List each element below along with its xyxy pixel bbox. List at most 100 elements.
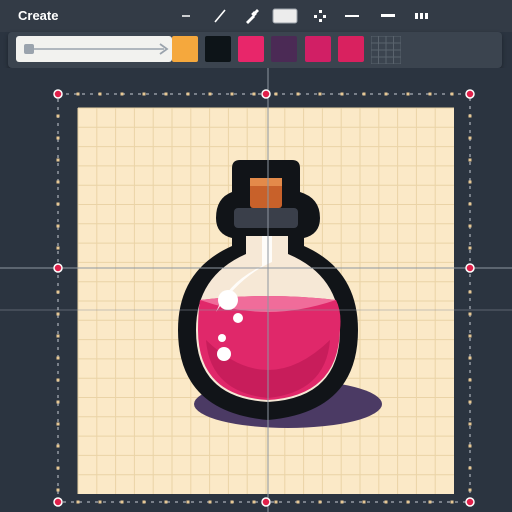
ruler-tick <box>384 500 388 504</box>
ruler-tick <box>318 500 322 504</box>
ruler-tick <box>56 158 60 162</box>
ruler-tick <box>56 444 60 448</box>
ruler-tick <box>468 422 472 426</box>
ruler-tick <box>186 92 190 96</box>
ruler-tick <box>468 114 472 118</box>
black-swatch[interactable] <box>205 36 231 62</box>
ruler-tick <box>56 400 60 404</box>
move-icon[interactable] <box>310 6 330 26</box>
app-title: Create <box>18 8 59 23</box>
ruler-tick <box>428 500 432 504</box>
ruler-tick <box>56 378 60 382</box>
ruler-tick <box>56 180 60 184</box>
pink-swatch[interactable] <box>238 36 264 62</box>
palette-panel <box>8 32 502 68</box>
ruler-tick <box>56 224 60 228</box>
ruler-tick <box>120 92 124 96</box>
ruler-tick <box>468 202 472 206</box>
ruler-tick <box>468 246 472 250</box>
ruler-tick <box>406 92 410 96</box>
ruler-tick <box>340 500 344 504</box>
ruler-tick <box>406 500 410 504</box>
cork-top <box>250 178 282 186</box>
ruler-tick <box>142 500 146 504</box>
magenta-swatch[interactable] <box>305 36 331 62</box>
bottle-neck-ring <box>234 208 298 228</box>
ruler-tick <box>76 92 80 96</box>
crimson-swatch[interactable] <box>338 36 364 62</box>
ruler-tick <box>56 356 60 360</box>
rectangle-icon[interactable] <box>272 6 298 26</box>
ruler-tick <box>468 444 472 448</box>
drawing-canvas[interactable] <box>0 68 512 512</box>
ruler-tick <box>98 92 102 96</box>
ruler-tick <box>142 92 146 96</box>
ruler-tick <box>468 356 472 360</box>
orange-swatch[interactable] <box>172 36 198 62</box>
grid-dots-icon[interactable] <box>412 6 432 26</box>
ruler-tick <box>186 500 190 504</box>
handle-bottom-right[interactable] <box>465 497 475 507</box>
ruler-tick <box>56 334 60 338</box>
ruler-tick <box>208 92 212 96</box>
ruler-tick <box>252 92 256 96</box>
stroke-medium-icon[interactable] <box>342 6 362 26</box>
ruler-tick <box>56 312 60 316</box>
line-icon[interactable] <box>210 6 230 26</box>
ruler-tick <box>56 202 60 206</box>
handle-top-left[interactable] <box>53 89 63 99</box>
ruler-tick <box>468 378 472 382</box>
ruler-tick <box>56 246 60 250</box>
bubble-large <box>218 290 238 310</box>
ruler-tick <box>468 136 472 140</box>
ruler-tick <box>230 500 234 504</box>
handle-middle-right[interactable] <box>465 263 475 273</box>
grid-icon[interactable] <box>370 35 402 65</box>
purple-swatch[interactable] <box>271 36 297 62</box>
ruler-tick <box>164 500 168 504</box>
ruler-tick <box>362 92 366 96</box>
stroke-thick-icon[interactable] <box>378 6 398 26</box>
ruler-tick <box>384 92 388 96</box>
brush-size-slider[interactable] <box>16 36 172 62</box>
bubble-small <box>233 313 243 323</box>
handle-bottom-center[interactable] <box>261 497 271 507</box>
ruler-tick <box>56 114 60 118</box>
ruler-tick <box>56 488 60 492</box>
handle-middle-left[interactable] <box>53 263 63 273</box>
handle-top-right[interactable] <box>465 89 475 99</box>
ruler-tick <box>296 500 300 504</box>
handle-top-center[interactable] <box>261 89 271 99</box>
handle-bottom-left[interactable] <box>53 497 63 507</box>
ruler-tick <box>296 92 300 96</box>
ruler-tick <box>468 224 472 228</box>
ruler-tick <box>56 290 60 294</box>
ruler-tick <box>450 92 454 96</box>
ruler-tick <box>362 500 366 504</box>
ruler-tick <box>252 500 256 504</box>
minus-icon[interactable] <box>176 6 196 26</box>
ruler-tick <box>274 500 278 504</box>
ruler-tick <box>468 334 472 338</box>
ruler-tick <box>56 422 60 426</box>
ruler-tick <box>76 500 80 504</box>
eyedropper-icon[interactable] <box>242 6 262 26</box>
canvas-area <box>0 68 512 512</box>
ruler-tick <box>318 92 322 96</box>
ruler-tick <box>274 92 278 96</box>
ruler-tick <box>468 400 472 404</box>
ruler-tick <box>468 158 472 162</box>
ruler-tick <box>164 92 168 96</box>
ruler-tick <box>468 466 472 470</box>
arrow-slider-icon <box>24 43 169 55</box>
bubble-lower <box>217 347 231 361</box>
ruler-tick <box>450 500 454 504</box>
ruler-tick <box>340 92 344 96</box>
top-toolbar: Create <box>0 0 512 32</box>
ruler-tick <box>468 312 472 316</box>
ruler-tick <box>468 488 472 492</box>
ruler-tick <box>468 290 472 294</box>
ruler-tick <box>120 500 124 504</box>
ruler-tick <box>208 500 212 504</box>
ruler-tick <box>56 136 60 140</box>
